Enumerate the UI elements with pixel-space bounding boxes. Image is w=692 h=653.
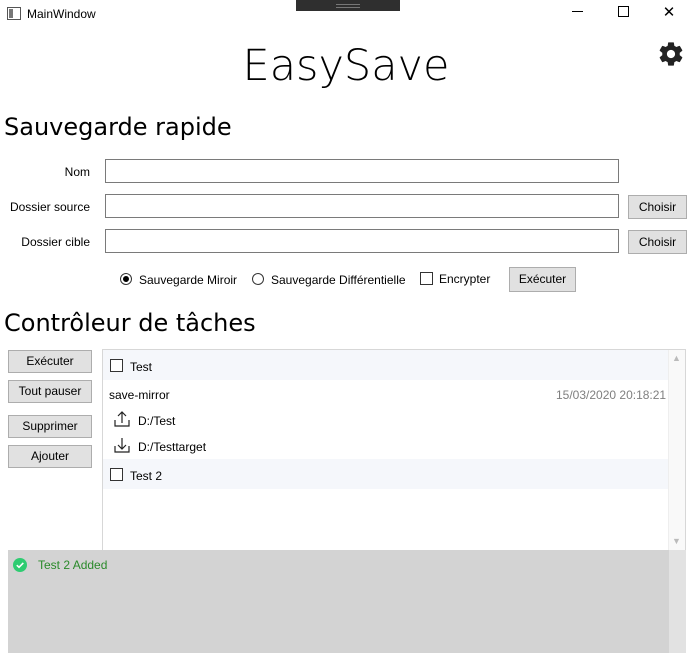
title-bar: MainWindow ✕ (0, 0, 692, 28)
check-circle-icon (13, 558, 27, 572)
status-log: Test 2 Added (8, 550, 686, 653)
task-checkbox[interactable] (110, 468, 123, 481)
scroll-down-icon[interactable]: ▼ (672, 536, 681, 546)
task-name: save-mirror (109, 388, 170, 402)
drag-handle[interactable] (296, 0, 400, 11)
target-folder-field[interactable] (105, 229, 619, 253)
app-title: EasySave (242, 41, 450, 91)
minimize-icon (571, 11, 583, 13)
mirror-label: Sauvegarde Miroir (139, 273, 238, 287)
task-source-path: D:/Test (138, 414, 176, 428)
source-folder-field[interactable] (105, 194, 619, 218)
list-item[interactable]: Test 2 (103, 459, 670, 489)
maximize-button[interactable] (600, 0, 646, 28)
download-icon (114, 438, 130, 453)
task-list-scrollbar[interactable]: ▲ ▼ (668, 350, 685, 550)
delete-button[interactable]: Supprimer (8, 415, 92, 438)
differential-label: Sauvegarde Différentielle (271, 273, 406, 287)
gear-icon[interactable] (657, 40, 685, 68)
choose-target-button[interactable]: Choisir (628, 230, 687, 254)
encrypt-checkbox[interactable] (420, 272, 433, 285)
task-list[interactable]: Test save-mirror 15/03/2020 20:18:21 D:/… (102, 349, 686, 551)
pause-all-button[interactable]: Tout pauser (8, 380, 92, 403)
source-folder-label: Dossier source (9, 200, 90, 214)
name-label: Nom (64, 165, 90, 179)
task-date: 15/03/2020 20:18:21 (556, 388, 667, 402)
task-name: Test 2 (130, 469, 163, 483)
encrypt-label: Encrypter (439, 272, 491, 286)
quick-save-heading: Sauvegarde rapide (4, 113, 232, 141)
task-target-path: D:/Testtarget (138, 440, 207, 454)
minimize-button[interactable] (554, 0, 600, 28)
window-title: MainWindow (27, 7, 96, 21)
target-folder-label: Dossier cible (21, 235, 90, 249)
quick-execute-button[interactable]: Exécuter (509, 267, 576, 292)
close-button[interactable]: ✕ (646, 0, 692, 28)
task-controller-heading: Contrôleur de tâches (4, 309, 256, 337)
add-button[interactable]: Ajouter (8, 445, 92, 468)
execute-tasks-button[interactable]: Exécuter (8, 350, 92, 373)
task-name: Test (130, 360, 153, 374)
differential-radio[interactable] (252, 273, 264, 285)
mirror-radio[interactable] (120, 273, 132, 285)
maximize-icon (617, 6, 629, 18)
choose-source-button[interactable]: Choisir (628, 195, 687, 219)
close-icon: ✕ (662, 4, 676, 21)
status-scrollbar[interactable] (669, 550, 686, 653)
status-message: Test 2 Added (38, 558, 108, 572)
app-window-icon (7, 7, 21, 20)
upload-icon (114, 411, 130, 427)
list-item[interactable]: Test (103, 350, 670, 380)
task-checkbox[interactable] (110, 359, 123, 372)
name-field[interactable] (105, 159, 619, 183)
scroll-up-icon[interactable]: ▲ (672, 353, 681, 363)
